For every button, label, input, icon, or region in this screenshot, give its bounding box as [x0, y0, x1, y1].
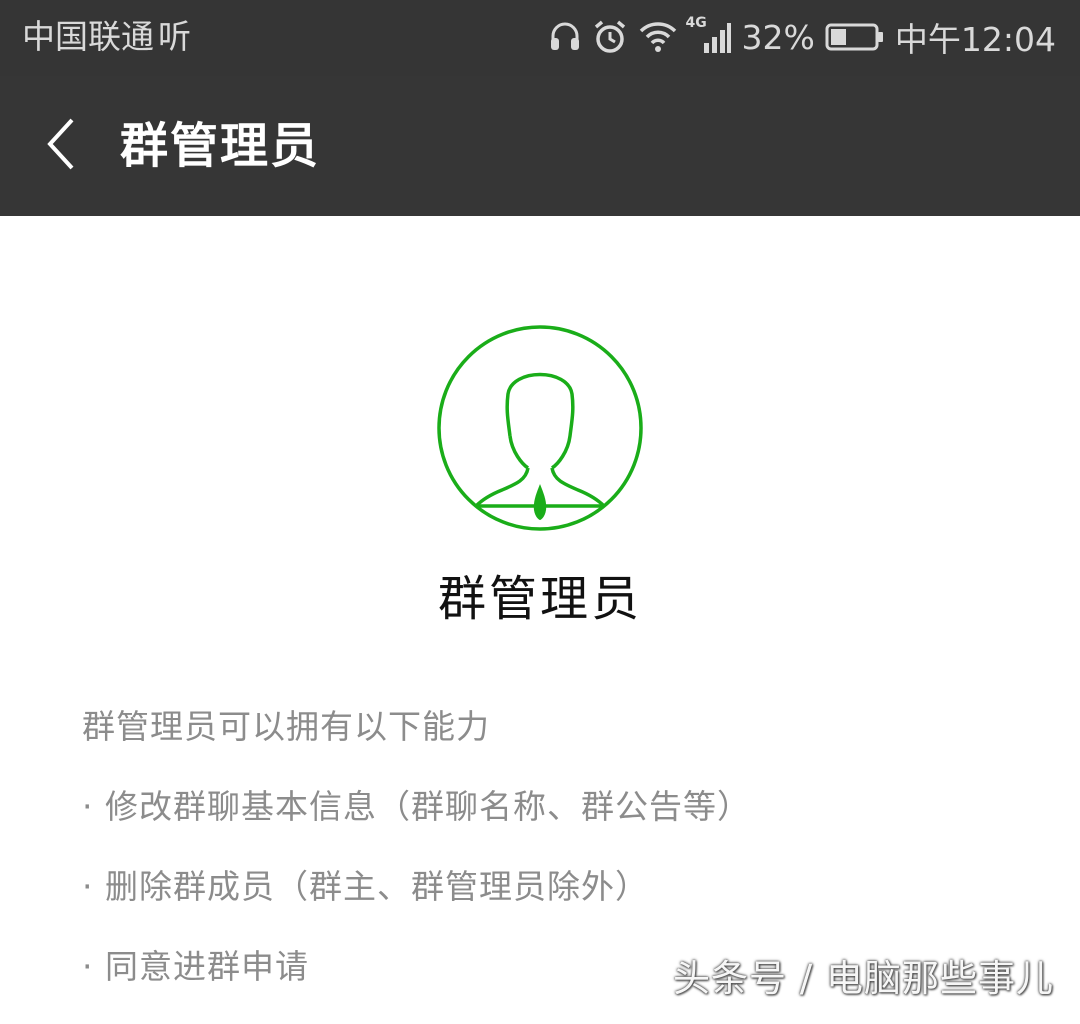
chevron-left-icon [42, 116, 78, 176]
abilities-intro: 群管理员可以拥有以下能力 [82, 707, 490, 746]
admin-avatar-icon [436, 324, 644, 532]
carrier-name: 中国联通 [22, 17, 154, 56]
battery-icon [825, 22, 885, 52]
navigation-bar: 群管理员 [0, 76, 1080, 216]
clock-time: 中午12:04 [894, 20, 1056, 59]
page-title: 群管理员 [120, 118, 321, 174]
abilities-description: 群管理员可以拥有以下能力 · 修改群聊基本信息（群聊名称、群公告等） · 删除群… [82, 704, 751, 1024]
wifi-icon [638, 21, 678, 53]
role-title: 群管理员 [437, 571, 642, 627]
battery-percent: 32% [741, 17, 815, 57]
ability-item: · 删除群成员（群主、群管理员除外） [82, 867, 649, 906]
status-icons: 4G 32% 中午12:04 [548, 14, 1056, 60]
back-button[interactable] [30, 108, 90, 184]
main-content: 群管理员 群管理员可以拥有以下能力 · 修改群聊基本信息（群聊名称、群公告等） … [0, 216, 1080, 1016]
alarm-icon [592, 19, 628, 55]
signal-icon: 4G [686, 15, 732, 55]
ability-item: · 修改群聊基本信息（群聊名称、群公告等） [82, 787, 751, 826]
ability-item: · 同意进群申请 [82, 947, 309, 986]
carrier-badge: 听 [158, 17, 191, 56]
network-type: 4G [685, 15, 707, 31]
carrier-info: 中国联通 听 [22, 14, 191, 60]
headset-icon [548, 20, 582, 54]
watermark: 头条号 / 电脑那些事儿 [673, 957, 1054, 1000]
status-bar: 中国联通 听 4G 32% 中午12:04 [0, 0, 1080, 76]
